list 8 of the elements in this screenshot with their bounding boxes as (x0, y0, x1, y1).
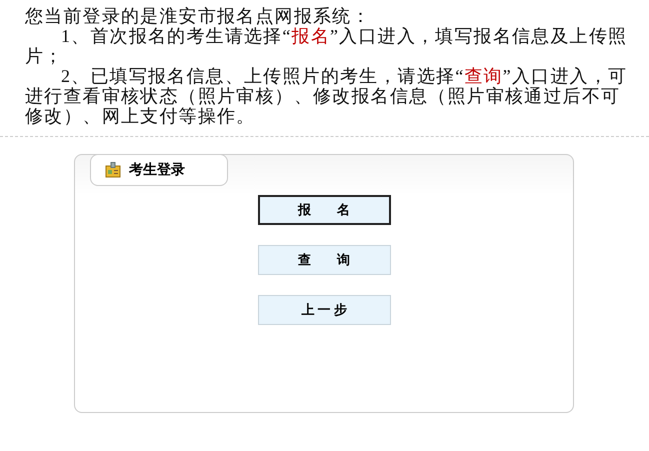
nav-button[interactable]: 查 询 (258, 245, 390, 275)
intro-text: 您当前登录的是淮安市报名点网报系统： (25, 6, 372, 26)
instruction-text: 2、已填写报名信息、上传照片的考生，请选择“查询”入口进入，可进行查看审核状态（照片审核）、修改报名信息（照片审核通过后不可修改）、网上支付等操作。 (25, 66, 628, 126)
nav-button[interactable]: 报 名 (258, 195, 390, 225)
nav-button[interactable]: 上 一 步 (258, 295, 390, 325)
instruction-text: 1、首次报名的考生请选择“报名”入口进入，填写报名信息及上传照片； (25, 26, 628, 66)
panel-title: 考生登录 (129, 161, 185, 179)
id-card-icon (105, 162, 121, 178)
